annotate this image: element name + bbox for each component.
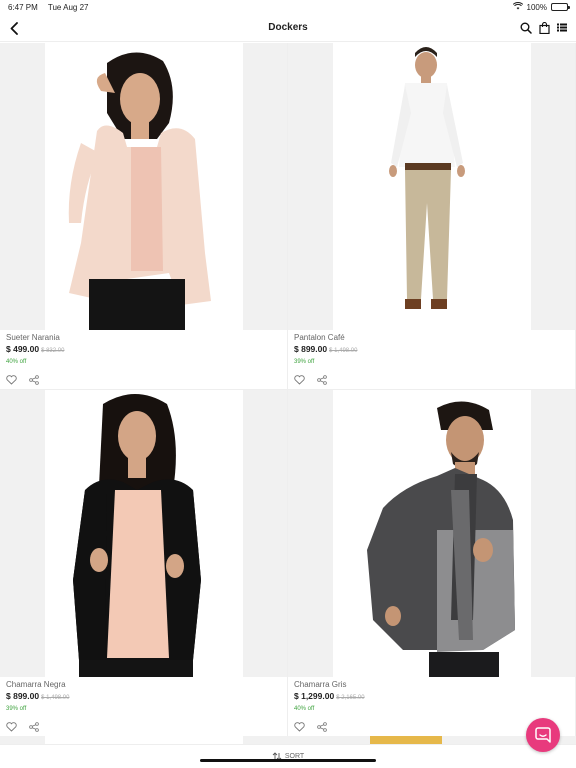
product-image[interactable] <box>0 43 287 330</box>
product-name[interactable]: Chamarra Gris <box>294 680 346 689</box>
product-image[interactable] <box>288 390 575 677</box>
product-image[interactable] <box>0 390 287 677</box>
product-name[interactable]: Pantalon Café <box>294 333 345 342</box>
wishlist-button[interactable] <box>294 375 305 386</box>
shopping-bag-icon <box>538 21 550 34</box>
discount-label: 40% off <box>294 706 315 712</box>
status-time: 6:47 PM <box>8 2 38 12</box>
product-image[interactable] <box>288 43 575 330</box>
product-image-preview[interactable] <box>0 736 288 744</box>
share-icon <box>29 375 39 385</box>
price-value: $ 899.00 <box>6 691 40 701</box>
discount-label: 40% off <box>6 359 27 365</box>
page-title: Dockers <box>268 22 308 33</box>
list-view-button[interactable] <box>556 21 568 34</box>
price-value: $ 899.00 <box>294 344 328 354</box>
product-card[interactable]: Pantalon Café $ 899.00 $ 1,498.00 39% off <box>288 43 576 390</box>
original-price: $ 1,498.00 <box>41 695 70 701</box>
share-button[interactable] <box>29 375 40 386</box>
product-card[interactable]: Chamarra Negra $ 899.00 $ 1,498.00 39% of… <box>0 390 288 737</box>
product-price: $ 499.00 $ 832.00 <box>6 344 64 354</box>
product-name[interactable]: Chamarra Negra <box>6 680 66 689</box>
model-illustration <box>389 47 465 309</box>
product-card[interactable]: Sueter Narania $ 499.00 $ 832.00 40% off <box>0 43 288 390</box>
share-button[interactable] <box>317 375 328 386</box>
discount-label: 39% off <box>6 706 27 712</box>
product-listing-page: 6:47 PM Tue Aug 27 100% Dockers Sueter N… <box>0 0 576 768</box>
original-price: $ 1,498.00 <box>329 348 358 354</box>
chevron-left-icon <box>10 21 18 35</box>
share-button[interactable] <box>29 722 40 733</box>
product-price: $ 899.00 $ 1,498.00 <box>294 344 357 354</box>
heart-icon <box>294 375 305 385</box>
heart-icon <box>6 375 17 385</box>
share-icon <box>29 722 39 732</box>
sort-button[interactable]: SORT <box>0 744 576 768</box>
model-illustration <box>73 394 201 677</box>
share-icon <box>317 375 327 385</box>
original-price: $ 2,165.00 <box>336 695 365 701</box>
original-price: $ 832.00 <box>41 348 65 354</box>
wishlist-button[interactable] <box>6 375 17 386</box>
next-row-preview <box>0 736 576 744</box>
discount-label: 39% off <box>294 359 315 365</box>
status-bar: 6:47 PM Tue Aug 27 100% <box>0 0 576 14</box>
price-value: $ 1,299.00 <box>294 691 335 701</box>
battery-percent: 100% <box>526 2 547 12</box>
share-icon <box>317 722 327 732</box>
heart-icon <box>294 722 305 732</box>
back-button[interactable] <box>6 20 22 36</box>
product-card[interactable]: Chamarra Gris $ 1,299.00 $ 2,165.00 40% o… <box>288 390 576 737</box>
cart-button[interactable] <box>538 21 550 34</box>
product-name[interactable]: Sueter Narania <box>6 333 60 342</box>
price-value: $ 499.00 <box>6 344 40 354</box>
product-price: $ 899.00 $ 1,498.00 <box>6 691 69 701</box>
list-view-icon <box>557 23 567 32</box>
navigation-bar: Dockers <box>0 14 576 42</box>
wishlist-button[interactable] <box>6 722 17 733</box>
model-illustration <box>367 401 515 677</box>
status-date: Tue Aug 27 <box>47 2 89 12</box>
home-indicator[interactable] <box>200 759 376 762</box>
heart-icon <box>6 722 17 732</box>
chat-bubble-icon <box>535 727 551 743</box>
search-icon <box>520 22 532 34</box>
share-button[interactable] <box>317 722 328 733</box>
wishlist-button[interactable] <box>294 722 305 733</box>
model-illustration <box>68 52 211 330</box>
wifi-icon <box>512 2 523 12</box>
chat-button[interactable] <box>526 718 560 752</box>
product-price: $ 1,299.00 $ 2,165.00 <box>294 691 365 701</box>
battery-icon <box>551 3 570 11</box>
search-button[interactable] <box>520 21 532 34</box>
